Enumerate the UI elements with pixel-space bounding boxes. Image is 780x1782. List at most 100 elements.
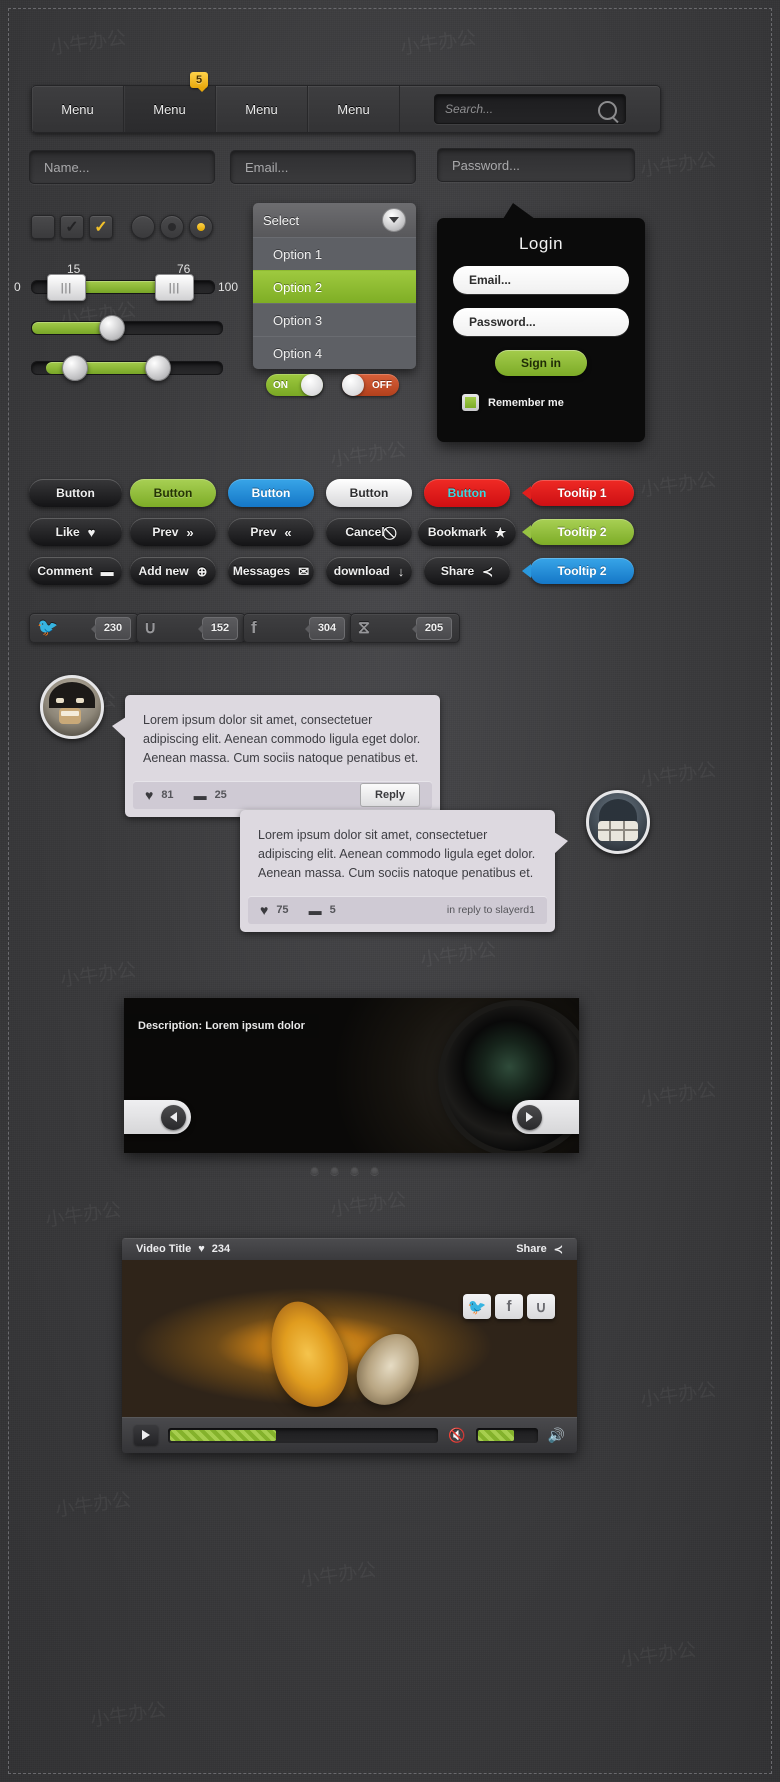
- toggle-on[interactable]: ON: [266, 374, 323, 396]
- button-white[interactable]: Button: [326, 479, 412, 507]
- speaker-loud-icon[interactable]: 🔊: [548, 1427, 565, 1444]
- tooltip-red[interactable]: Tooltip 1: [522, 480, 634, 506]
- menu-item-4[interactable]: Menu: [308, 86, 400, 132]
- pagination-dot-4[interactable]: [370, 1166, 379, 1175]
- dual-slider-track[interactable]: [31, 361, 223, 375]
- pagination-dot-1[interactable]: [310, 1166, 319, 1175]
- like-button[interactable]: Like ♥: [29, 518, 122, 546]
- video-share-button[interactable]: Share ≺: [516, 1243, 563, 1256]
- cancel-button[interactable]: Cancel ⃠: [326, 518, 412, 546]
- volume-bar[interactable]: [475, 1427, 538, 1443]
- watermark: 小牛办公: [639, 1378, 718, 1412]
- single-slider-track[interactable]: [31, 321, 223, 335]
- arrow-left-icon[interactable]: [161, 1104, 186, 1130]
- messages-button[interactable]: Messages ✉: [228, 557, 314, 585]
- menu-item-3[interactable]: Menu: [216, 86, 308, 132]
- speaker-mute-icon[interactable]: 🔇: [448, 1427, 465, 1444]
- login-title: Login: [518, 234, 564, 253]
- double-chevron-left-icon: «: [284, 524, 292, 540]
- radio-yellow[interactable]: [189, 215, 213, 239]
- heart-icon[interactable]: ♥: [198, 1243, 205, 1255]
- image-slider: Description: Lorem ipsum dolor: [124, 998, 579, 1153]
- magnifier-icon[interactable]: [598, 101, 617, 120]
- share-button[interactable]: Share ≺: [424, 557, 510, 585]
- social-counter-rss[interactable]: ⧖ 205: [350, 613, 460, 643]
- add-new-button[interactable]: Add new ⊕: [130, 557, 216, 585]
- pagination-dot-3[interactable]: [350, 1166, 359, 1175]
- comment-button[interactable]: Comment ▬: [29, 557, 122, 585]
- email-field[interactable]: Email...: [230, 150, 416, 184]
- watermark: 小牛办公: [619, 1638, 698, 1672]
- select-dropdown[interactable]: Select Option 1 Option 2 Option 3 Option…: [253, 203, 416, 369]
- button-blue[interactable]: Button: [228, 479, 314, 507]
- menu-item-2[interactable]: Menu: [124, 86, 216, 132]
- play-icon[interactable]: [134, 1425, 158, 1445]
- login-email-field[interactable]: Email...: [453, 266, 629, 294]
- pagination-dot-2[interactable]: [330, 1166, 339, 1175]
- sign-in-button[interactable]: Sign in: [495, 350, 587, 376]
- single-slider-handle[interactable]: [99, 315, 125, 341]
- search-input[interactable]: Search...: [434, 94, 626, 124]
- radio-dark[interactable]: [160, 215, 184, 239]
- watermark: 小牛办公: [329, 438, 408, 472]
- login-password-field[interactable]: Password...: [453, 308, 629, 336]
- dual-slider-handle-right[interactable]: [145, 355, 171, 381]
- button-green[interactable]: Button: [130, 479, 216, 507]
- twitter-bird-icon[interactable]: 🐦: [463, 1294, 491, 1319]
- video-progress-bar[interactable]: [168, 1427, 439, 1443]
- checkbox-checked-yellow[interactable]: ✓: [89, 215, 113, 239]
- dual-slider-handle-left[interactable]: [62, 355, 88, 381]
- share-node-icon: ≺: [482, 563, 494, 579]
- select-option-1[interactable]: Option 1: [253, 237, 416, 270]
- watermark: 小牛办公: [639, 758, 718, 792]
- checkbox-empty[interactable]: [31, 215, 55, 239]
- toggle-knob[interactable]: [301, 374, 323, 396]
- select-option-4[interactable]: Option 4: [253, 336, 416, 369]
- download-button[interactable]: download ↓: [326, 557, 412, 585]
- password-field[interactable]: Password...: [437, 148, 635, 182]
- comment-reply-count-2: 5: [329, 904, 336, 917]
- social-counter-stumbleupon[interactable]: ∪ 152: [136, 613, 246, 643]
- facebook-f-icon[interactable]: f: [495, 1294, 523, 1319]
- radio-empty[interactable]: [131, 215, 155, 239]
- name-field[interactable]: Name...: [29, 150, 215, 184]
- range-slider-handle-low[interactable]: |||: [47, 274, 86, 301]
- stumbleupon-icon[interactable]: ∪: [527, 1294, 555, 1319]
- button-red[interactable]: Button: [424, 479, 510, 507]
- toggle-knob[interactable]: [342, 374, 364, 396]
- prev-back-button[interactable]: Prev «: [228, 518, 314, 546]
- facebook-f-icon: f: [251, 618, 257, 637]
- search-placeholder: Search...: [445, 102, 494, 116]
- chevron-down-icon[interactable]: [382, 208, 406, 232]
- tooltip-blue[interactable]: Tooltip 2: [522, 558, 634, 584]
- select-header[interactable]: Select: [253, 203, 416, 237]
- slider-pagination: [310, 1166, 379, 1175]
- slider-prev-button[interactable]: [124, 1100, 191, 1134]
- button-dark[interactable]: Button: [29, 479, 122, 507]
- checkbox-checked-dark[interactable]: ✓: [60, 215, 84, 239]
- search-area: Search...: [400, 86, 660, 132]
- heart-icon[interactable]: ♥: [145, 787, 153, 803]
- select-option-2[interactable]: Option 2: [253, 270, 416, 303]
- social-counter-facebook[interactable]: f 304: [243, 613, 353, 643]
- remember-me-row[interactable]: Remember me: [462, 394, 645, 411]
- heart-icon[interactable]: ♥: [260, 902, 268, 918]
- remember-me-checkbox[interactable]: [462, 394, 479, 411]
- select-option-3[interactable]: Option 3: [253, 303, 416, 336]
- speech-bubble-icon[interactable]: ▬: [194, 788, 207, 803]
- toggle-off[interactable]: OFF: [342, 374, 399, 396]
- social-counter-twitter[interactable]: 🐦 230: [29, 613, 139, 643]
- bookmark-button[interactable]: Bookmark ★: [418, 518, 516, 546]
- reply-button[interactable]: Reply: [360, 783, 420, 808]
- avatar: [40, 675, 104, 739]
- range-slider-handle-high[interactable]: |||: [155, 274, 194, 301]
- menu-item-1[interactable]: Menu: [32, 86, 124, 132]
- login-panel: Login Email... Password... Sign in Remem…: [437, 203, 645, 442]
- prev-next-button[interactable]: Prev »: [130, 518, 216, 546]
- speech-bubble-icon[interactable]: ▬: [309, 903, 322, 918]
- like-label: Like: [55, 525, 80, 539]
- tooltip-green[interactable]: Tooltip 2: [522, 519, 634, 545]
- remember-me-label: Remember me: [488, 396, 564, 409]
- arrow-right-icon[interactable]: [517, 1104, 542, 1130]
- slider-next-button[interactable]: [512, 1100, 579, 1134]
